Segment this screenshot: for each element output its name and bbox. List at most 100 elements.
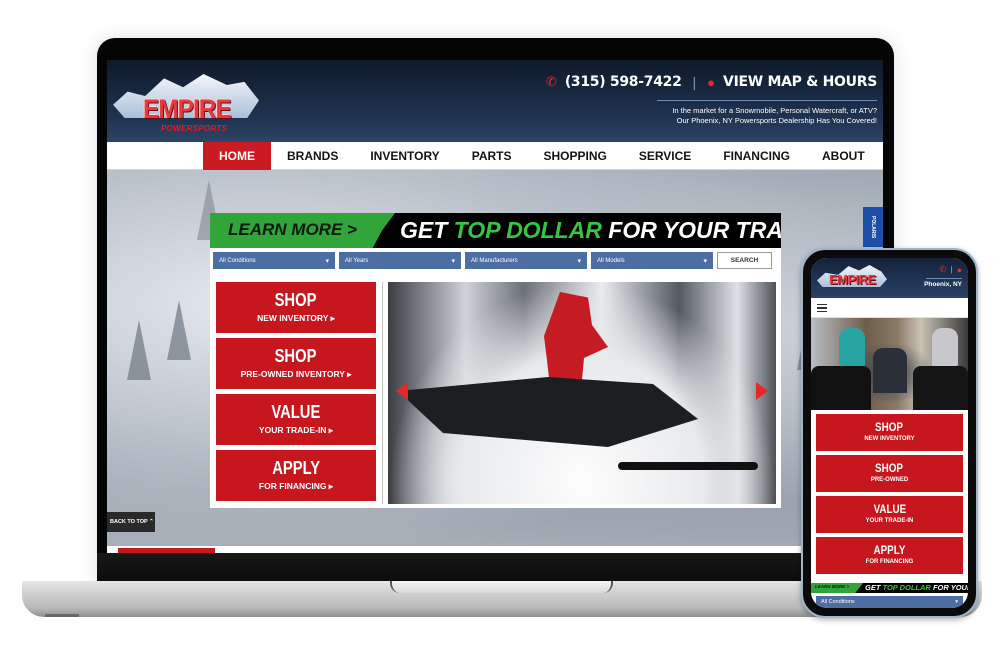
mobile-cta-list: SHOP NEW INVENTORY SHOP PRE-OWNED VALUE YOU… xyxy=(816,414,963,578)
banner-headline: GET TOP DOLLAR FOR YOUR TRADE xyxy=(400,217,781,244)
site-header: EMPIRE POWERSPORTS ✆ (315) 598-7422 | ● … xyxy=(107,60,883,142)
cta-title: APPLY xyxy=(272,458,320,478)
mobile-cta-value-trade[interactable]: VALUE YOUR TRADE-IN xyxy=(816,496,963,533)
laptop-foot xyxy=(45,614,79,617)
chevron-down-icon: ▾ xyxy=(451,257,455,265)
cta-apply-financing[interactable]: APPLY FOR FINANCING ▸ xyxy=(216,450,376,501)
main-nav: HOME BRANDS INVENTORY PARTS SHOPPING SER… xyxy=(107,142,883,170)
map-pin-icon[interactable]: ● xyxy=(957,265,962,275)
banner-rest: FOR YOUR TRADE xyxy=(932,583,968,592)
banner-highlight: TOP DOLLAR xyxy=(882,583,931,592)
cta-value-trade[interactable]: VALUE YOUR TRADE-IN ▸ xyxy=(216,394,376,445)
learn-more-link[interactable]: LEARN MORE > xyxy=(228,220,357,240)
header-contact: ✆ (315) 598-7422 | ● VIEW MAP & HOURS xyxy=(546,74,877,90)
banner-rest: FOR YOUR TRADE xyxy=(608,217,781,243)
empire-logo[interactable]: EMPIRE POWERSPORTS xyxy=(113,68,263,138)
cta-subtitle: YOUR TRADE-IN xyxy=(865,518,914,524)
polaris-side-tab[interactable]: POLARIS xyxy=(863,207,883,247)
mobile-logo[interactable]: EMPIRE xyxy=(817,262,887,294)
nav-shopping[interactable]: SHOPPING xyxy=(527,142,622,170)
panel-divider xyxy=(382,282,383,504)
mobile-trade-banner[interactable]: LEARN MORE > GET TOP DOLLAR FOR YOUR TRA… xyxy=(811,583,968,593)
atv-shape xyxy=(811,366,871,410)
mobile-location: Phoenix, NY xyxy=(924,281,962,288)
mobile-contact-icons: ✆ | ● xyxy=(939,264,962,275)
header-divider xyxy=(926,278,962,279)
laptop-screen: EMPIRE POWERSPORTS ✆ (315) 598-7422 | ● … xyxy=(107,60,883,553)
nav-inventory[interactable]: INVENTORY xyxy=(354,142,455,170)
logo-subtitle: POWERSPORTS xyxy=(161,124,228,133)
banner-get: GET xyxy=(865,583,883,592)
cta-subtitle: FOR FINANCING xyxy=(865,559,914,565)
tree-shape xyxy=(167,300,191,360)
phone-link[interactable]: (315) 598-7422 xyxy=(565,74,682,90)
atv-hero-image xyxy=(811,318,968,410)
phone-icon[interactable]: ✆ xyxy=(939,264,947,275)
phone-icon: ✆ xyxy=(545,74,557,89)
slider-prev-arrow-icon[interactable] xyxy=(396,382,408,400)
hero-slider xyxy=(388,282,776,504)
logo-wordmark: EMPIRE xyxy=(143,94,232,124)
nav-about[interactable]: ABOUT xyxy=(806,142,881,170)
inventory-filters: All Conditions ▾ All Years ▾ All Manufactu… xyxy=(213,252,772,269)
header-tagline: In the market for a Snowmobile, Personal… xyxy=(672,106,877,126)
hero-panel: LEARN MORE > GET TOP DOLLAR FOR YOUR TR A… xyxy=(210,213,781,508)
chevron-down-icon: ▾ xyxy=(325,257,329,265)
back-to-top-button[interactable]: BACK TO TOP ⌃ xyxy=(107,512,155,532)
chevron-down-icon: ▾ xyxy=(955,599,958,605)
cta-subtitle: NEW INVENTORY xyxy=(864,436,915,442)
nav-contact[interactable]: CONTACT xyxy=(881,142,883,170)
cta-title: VALUE xyxy=(271,402,321,422)
hamburger-menu-icon[interactable] xyxy=(817,304,827,312)
years-value: All Years xyxy=(345,257,369,264)
search-button[interactable]: SEARCH xyxy=(717,252,772,269)
snowmobile-ski xyxy=(618,462,758,470)
rider-figure xyxy=(839,328,865,366)
cta-subtitle: PRE-OWNED INVENTORY ▸ xyxy=(240,369,352,379)
mobile-cta-apply-financing[interactable]: APPLY FOR FINANCING xyxy=(816,537,963,574)
mobile-cta-shop-new[interactable]: SHOP NEW INVENTORY xyxy=(816,414,963,451)
conditions-value: All Conditions xyxy=(219,257,256,264)
banner-get: GET xyxy=(400,217,454,243)
trade-banner[interactable]: LEARN MORE > GET TOP DOLLAR FOR YOUR TRA… xyxy=(210,213,781,248)
atv-shape xyxy=(913,366,968,410)
learn-more-link[interactable]: LEARN MORE > xyxy=(815,584,849,589)
nav-service[interactable]: SERVICE xyxy=(623,142,707,170)
mobile-cta-shop-preowned[interactable]: SHOP PRE-OWNED xyxy=(816,455,963,492)
chevron-down-icon: ▾ xyxy=(577,257,581,265)
models-value: All Models xyxy=(597,257,625,264)
cta-subtitle: YOUR TRADE-IN ▸ xyxy=(258,425,334,435)
view-map-link[interactable]: VIEW MAP & HOURS xyxy=(723,74,877,90)
cta-shop-preowned[interactable]: SHOP PRE-OWNED INVENTORY ▸ xyxy=(216,338,376,389)
tagline-line-2: Our Phoenix, NY Powersports Dealership H… xyxy=(676,116,877,125)
cta-shop-new[interactable]: SHOP NEW INVENTORY ▸ xyxy=(216,282,376,333)
mobile-menu-bar xyxy=(811,298,968,318)
mobile-header: EMPIRE ✆ | ● Phoenix, NY xyxy=(811,258,968,298)
nav-home[interactable]: HOME xyxy=(203,142,271,170)
header-divider xyxy=(657,100,877,101)
chevron-down-icon: ▾ xyxy=(703,257,707,265)
nav-parts[interactable]: PARTS xyxy=(456,142,528,170)
models-select[interactable]: All Models ▾ xyxy=(591,252,713,269)
laptop-chin xyxy=(97,553,894,583)
cta-title: APPLY xyxy=(873,543,906,557)
mobile-conditions-select[interactable]: All Conditions ▾ xyxy=(816,596,963,608)
rider-figure xyxy=(932,328,958,366)
slider-next-arrow-icon[interactable] xyxy=(756,382,768,400)
phone-frame: EMPIRE ✆ | ● Phoenix, NY SHOP NEW INVENTO… xyxy=(801,248,978,618)
tagline-line-1: In the market for a Snowmobile, Personal… xyxy=(672,106,877,115)
cta-title: VALUE xyxy=(873,502,906,516)
manufacturers-select[interactable]: All Manufacturers ▾ xyxy=(465,252,587,269)
years-select[interactable]: All Years ▾ xyxy=(339,252,461,269)
cta-title: SHOP xyxy=(275,346,317,366)
conditions-select[interactable]: All Conditions ▾ xyxy=(213,252,335,269)
cta-subtitle: FOR FINANCING ▸ xyxy=(258,481,334,491)
separator: | xyxy=(692,74,697,90)
cta-title: SHOP xyxy=(875,461,904,475)
separator: | xyxy=(950,265,953,274)
nav-brands[interactable]: BRANDS xyxy=(271,142,354,170)
logo-wordmark: EMPIRE xyxy=(829,272,876,287)
nav-financing[interactable]: FINANCING xyxy=(707,142,806,170)
cta-subtitle: NEW INVENTORY ▸ xyxy=(257,313,335,323)
brand-logo-strip xyxy=(107,546,883,553)
